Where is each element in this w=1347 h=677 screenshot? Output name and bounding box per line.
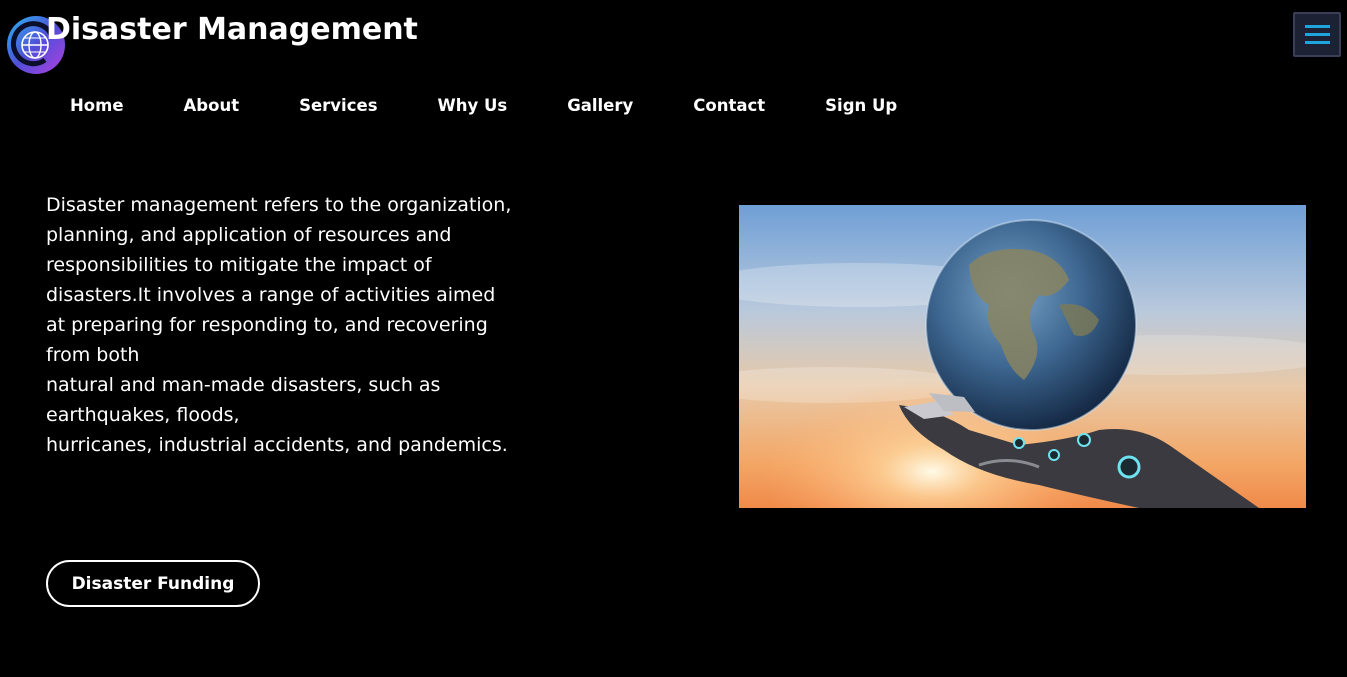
nav-sign-up[interactable]: Sign Up — [795, 94, 927, 118]
hero-line: Disaster management refers to the organi… — [46, 194, 512, 306]
hero-line: natural and man-made disasters, such as … — [46, 374, 441, 426]
main-nav: Home About Services Why Us Gallery Conta… — [40, 94, 927, 118]
hamburger-menu-icon[interactable] — [1293, 12, 1341, 57]
nav-services[interactable]: Services — [269, 94, 407, 118]
nav-home[interactable]: Home — [40, 94, 154, 118]
menu-bar — [1304, 41, 1330, 44]
nav-why-us[interactable]: Why Us — [408, 94, 538, 118]
hero-line: hurricanes, industrial accidents, and pa… — [46, 434, 508, 456]
hero-description: Disaster management refers to the organi… — [46, 190, 526, 460]
nav-about[interactable]: About — [154, 94, 270, 118]
page: Disaster Management Home About Services … — [0, 0, 1347, 677]
hero-line: at preparing for responding to, and reco… — [46, 314, 488, 366]
nav-gallery[interactable]: Gallery — [537, 94, 663, 118]
menu-bar — [1304, 33, 1330, 36]
hero-image — [739, 205, 1306, 508]
site-title: Disaster Management — [46, 12, 418, 47]
menu-bar — [1304, 25, 1330, 28]
disaster-funding-button[interactable]: Disaster Funding — [46, 560, 260, 607]
nav-contact[interactable]: Contact — [663, 94, 795, 118]
